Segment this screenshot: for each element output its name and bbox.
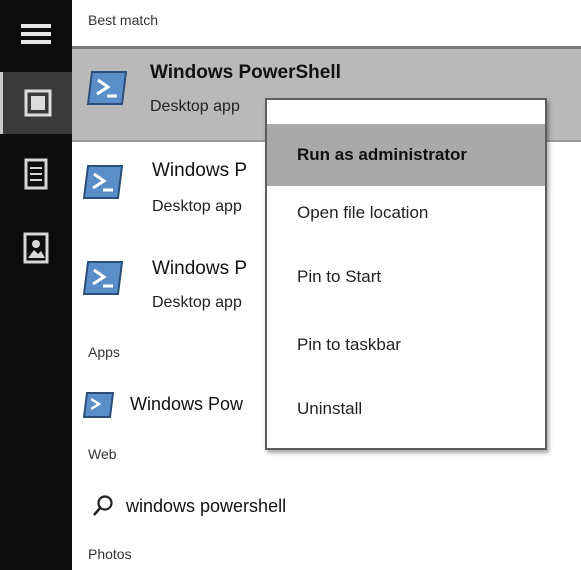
photos-icon: [23, 232, 49, 264]
result-subtitle: Desktop app: [152, 294, 242, 311]
web-search-query: windows powershell: [126, 495, 287, 516]
result-title: Windows PowerShell: [150, 62, 341, 83]
context-menu-open-file-location[interactable]: Open file location: [267, 182, 545, 244]
best-match-heading: Best match: [88, 12, 159, 28]
left-navigation-rail: [0, 0, 72, 570]
context-menu-run-as-administrator[interactable]: Run as administrator: [267, 124, 545, 186]
context-menu-pin-to-taskbar[interactable]: Pin to taskbar: [267, 314, 545, 376]
search-icon: [93, 495, 113, 516]
powershell-icon[interactable]: [82, 256, 126, 300]
document-icon: [24, 158, 48, 190]
menu-button[interactable]: [0, 8, 72, 60]
result-subtitle: Desktop app: [152, 198, 242, 215]
result-subtitle: Desktop app: [150, 98, 240, 115]
web-heading: Web: [88, 446, 117, 462]
app-result-title[interactable]: Windows Pow: [130, 394, 243, 415]
documents-nav-button[interactable]: [0, 148, 72, 200]
powershell-icon[interactable]: [82, 160, 126, 204]
hamburger-icon: [21, 24, 51, 44]
photos-nav-button[interactable]: [0, 222, 72, 274]
context-menu-pin-to-start[interactable]: Pin to Start: [267, 246, 545, 308]
powershell-icon: [86, 71, 128, 105]
home-icon: [24, 89, 51, 117]
context-menu-uninstall[interactable]: Uninstall: [267, 378, 545, 440]
apps-heading: Apps: [88, 344, 120, 360]
photos-heading: Photos: [88, 546, 132, 562]
powershell-icon[interactable]: [82, 388, 116, 422]
web-search-suggestion[interactable]: windows powershell: [92, 494, 286, 518]
result-title[interactable]: Windows P: [152, 258, 247, 280]
result-title[interactable]: Windows P: [152, 160, 247, 182]
home-nav-button[interactable]: [0, 72, 72, 134]
